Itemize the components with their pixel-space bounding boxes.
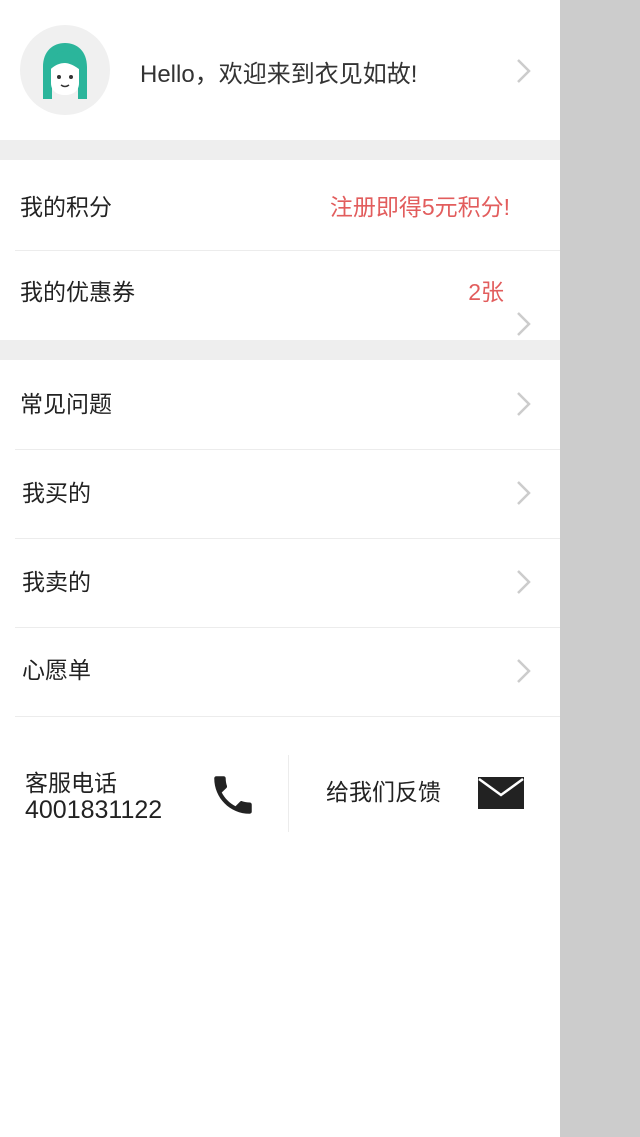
contact-bar: 客服电话 4001831122 给我们反馈 — [0, 755, 560, 835]
menu-item-label: 心愿单 — [22, 657, 91, 683]
girl-avatar-icon[interactable] — [20, 25, 110, 115]
section-gap — [0, 340, 560, 360]
service-phone-number: 4001831122 — [25, 796, 163, 824]
coupons-label: 我的优惠券 — [20, 279, 135, 305]
menu-item-sold[interactable]: 我卖的 — [0, 539, 560, 627]
customer-service-button[interactable]: 客服电话 4001831122 — [0, 755, 288, 835]
menu-item-label: 我买的 — [22, 480, 91, 506]
side-drawer: Hello，欢迎来到衣见如故! 我的积分 注册即得5元积分! 我的优惠券 2张 … — [0, 0, 560, 1137]
points-label: 我的积分 — [20, 194, 112, 220]
divider — [15, 716, 560, 717]
service-label: 客服电话 — [25, 770, 117, 796]
menu-item-label: 常见问题 — [20, 391, 112, 417]
chevron-right-icon — [517, 312, 531, 336]
chevron-right-icon — [517, 481, 531, 505]
profile-header[interactable]: Hello，欢迎来到衣见如故! — [0, 0, 560, 140]
chevron-right-icon — [517, 570, 531, 594]
feedback-label: 给我们反馈 — [326, 779, 441, 805]
chevron-right-icon — [517, 659, 531, 683]
points-promo: 注册即得5元积分! — [329, 194, 510, 220]
phone-icon — [214, 776, 252, 814]
section-gap — [0, 140, 560, 160]
feedback-button[interactable]: 给我们反馈 — [289, 755, 560, 835]
mail-icon — [478, 777, 524, 809]
chevron-right-icon — [517, 392, 531, 416]
menu-item-bought[interactable]: 我买的 — [0, 450, 560, 538]
coupons-row[interactable]: 我的优惠券 2张 — [0, 251, 560, 340]
menu-item-faq[interactable]: 常见问题 — [0, 360, 560, 449]
chevron-right-icon — [517, 59, 531, 83]
menu-item-label: 我卖的 — [22, 569, 91, 595]
menu-item-wishlist[interactable]: 心愿单 — [0, 628, 560, 716]
points-row[interactable]: 我的积分 注册即得5元积分! — [0, 160, 560, 250]
coupons-count: 2张 — [468, 279, 504, 305]
welcome-greeting: Hello，欢迎来到衣见如故! — [140, 61, 418, 88]
